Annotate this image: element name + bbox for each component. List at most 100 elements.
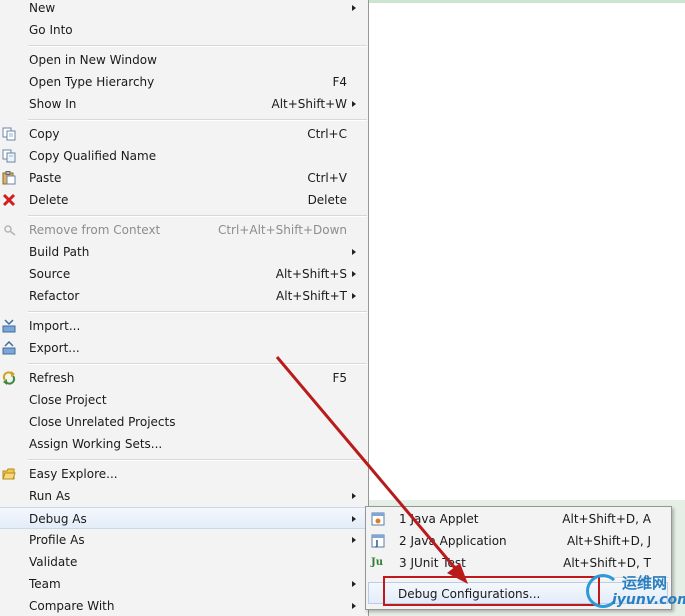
submenu-item-shortcut: Alt+Shift+D, J — [566, 534, 651, 548]
menu-item-label: Refactor — [29, 289, 80, 303]
menu-item-run-as[interactable]: Run As — [0, 485, 367, 507]
menu-item-label: Copy Qualified Name — [29, 149, 157, 163]
menu-item-profile-as[interactable]: Profile As — [0, 529, 367, 551]
java-applet-icon — [371, 512, 385, 526]
menu-item-shortcut: Ctrl+C — [307, 127, 347, 141]
menu-item-close-project[interactable]: Close Project — [0, 389, 367, 411]
submenu-arrow-icon — [352, 581, 356, 587]
menu-item-refresh[interactable]: Refresh F5 — [0, 367, 367, 389]
menu-item-label: Import... — [29, 319, 81, 333]
submenu-item-label: 1 Java Applet — [399, 512, 479, 526]
submenu-item-java-application[interactable]: J 2 Java Application Alt+Shift+D, J — [366, 530, 671, 552]
submenu-item-label: 3 JUnit Test — [399, 556, 466, 570]
menu-item-label: Close Unrelated Projects — [29, 415, 176, 429]
menu-item-validate[interactable]: Validate — [0, 551, 367, 573]
menu-item-export[interactable]: Export... — [0, 337, 367, 359]
menu-item-label: Copy — [29, 127, 60, 141]
menu-separator — [28, 119, 367, 121]
menu-item-remove-from-context[interactable]: Remove from Context Ctrl+Alt+Shift+Down — [0, 219, 367, 241]
menu-item-label: Debug As — [29, 512, 87, 526]
menu-item-compare-with[interactable]: Compare With — [0, 595, 367, 616]
svg-text:J: J — [375, 539, 379, 548]
copy-icon — [2, 127, 16, 141]
menu-item-easy-explore[interactable]: Easy Explore... — [0, 463, 367, 485]
menu-item-refactor[interactable]: Refactor Alt+Shift+T — [0, 285, 367, 307]
menu-item-label: Assign Working Sets... — [29, 437, 163, 451]
submenu-arrow-icon — [352, 5, 356, 11]
menu-item-label: Open in New Window — [29, 53, 157, 67]
menu-separator — [28, 311, 367, 313]
menu-item-label: Profile As — [29, 533, 85, 547]
menu-separator — [28, 459, 367, 461]
annotation-highlight-box — [383, 576, 600, 606]
menu-item-label: Run As — [29, 489, 71, 503]
submenu-item-java-applet[interactable]: 1 Java Applet Alt+Shift+D, A — [366, 508, 671, 530]
menu-item-paste[interactable]: Paste Ctrl+V — [0, 167, 367, 189]
menu-item-go-into[interactable]: Go Into — [0, 19, 367, 41]
submenu-arrow-icon — [352, 101, 356, 107]
menu-item-shortcut: Alt+Shift+T — [276, 289, 347, 303]
paste-icon — [2, 171, 16, 185]
submenu-item-label: 2 Java Application — [399, 534, 507, 548]
watermark-cn: 运维网 — [622, 574, 668, 592]
submenu-arrow-icon — [352, 516, 356, 522]
menu-item-delete[interactable]: Delete Delete — [0, 189, 367, 211]
menu-item-shortcut: Ctrl+V — [307, 171, 347, 185]
menu-item-label: Open Type Hierarchy — [29, 75, 155, 89]
refresh-icon — [2, 371, 16, 385]
editor-area — [369, 3, 685, 500]
menu-item-debug-as[interactable]: Debug As — [0, 507, 367, 529]
menu-item-label: Go Into — [29, 23, 73, 37]
submenu-arrow-icon — [352, 293, 356, 299]
menu-item-label: Team — [29, 577, 61, 591]
menu-separator — [28, 363, 367, 365]
menu-item-label: Source — [29, 267, 71, 281]
watermark-logo: 运维网 iyunv.com — [586, 570, 685, 614]
menu-item-label: Compare With — [29, 599, 115, 613]
submenu-arrow-icon — [352, 493, 356, 499]
menu-item-shortcut: Alt+Shift+S — [275, 267, 347, 281]
java-application-icon: J — [371, 534, 385, 548]
menu-item-assign-working-sets[interactable]: Assign Working Sets... — [0, 433, 367, 455]
menu-item-open-type-hierarchy[interactable]: Open Type Hierarchy F4 — [0, 71, 367, 93]
submenu-item-shortcut: Alt+Shift+D, A — [562, 512, 651, 526]
menu-item-shortcut: Ctrl+Alt+Shift+Down — [217, 223, 347, 237]
menu-item-shortcut: Delete — [307, 193, 347, 207]
watermark-en: iyunv.com — [612, 592, 685, 608]
menu-item-label: Paste — [29, 171, 62, 185]
menu-item-label: Delete — [29, 193, 69, 207]
menu-item-label: Easy Explore... — [29, 467, 118, 481]
menu-item-label: New — [29, 1, 56, 15]
junit-icon: Ju — [371, 557, 384, 568]
menu-item-label: Validate — [29, 555, 78, 569]
menu-item-team[interactable]: Team — [0, 573, 367, 595]
folder-icon — [2, 468, 16, 480]
copy-qualified-icon — [2, 149, 16, 163]
menu-separator — [28, 215, 367, 217]
import-icon — [2, 319, 16, 333]
menu-item-new[interactable]: New — [0, 0, 367, 19]
submenu-arrow-icon — [352, 537, 356, 543]
menu-item-copy-qualified-name[interactable]: Copy Qualified Name — [0, 145, 367, 167]
menu-item-label: Build Path — [29, 245, 90, 259]
menu-item-shortcut: F5 — [332, 371, 347, 385]
menu-item-label: Close Project — [29, 393, 107, 407]
menu-item-label: Show In — [29, 97, 77, 111]
delete-icon — [2, 193, 16, 207]
menu-item-copy[interactable]: Copy Ctrl+C — [0, 123, 367, 145]
menu-item-label: Export... — [29, 341, 80, 355]
menu-item-shortcut: Alt+Shift+W — [271, 97, 348, 111]
menu-item-label: Remove from Context — [29, 223, 161, 237]
menu-item-show-in[interactable]: Show In Alt+Shift+W — [0, 93, 367, 115]
remove-context-icon — [4, 225, 16, 236]
submenu-arrow-icon — [352, 249, 356, 255]
export-icon — [2, 341, 16, 355]
menu-item-open-new-window[interactable]: Open in New Window — [0, 49, 367, 71]
menu-separator — [28, 45, 367, 47]
menu-item-close-unrelated-projects[interactable]: Close Unrelated Projects — [0, 411, 367, 433]
menu-item-import[interactable]: Import... — [0, 315, 367, 337]
menu-item-build-path[interactable]: Build Path — [0, 241, 367, 263]
menu-item-shortcut: F4 — [332, 75, 347, 89]
context-menu: New Go Into Open in New Window Open Type… — [0, 0, 369, 616]
menu-item-source[interactable]: Source Alt+Shift+S — [0, 263, 367, 285]
